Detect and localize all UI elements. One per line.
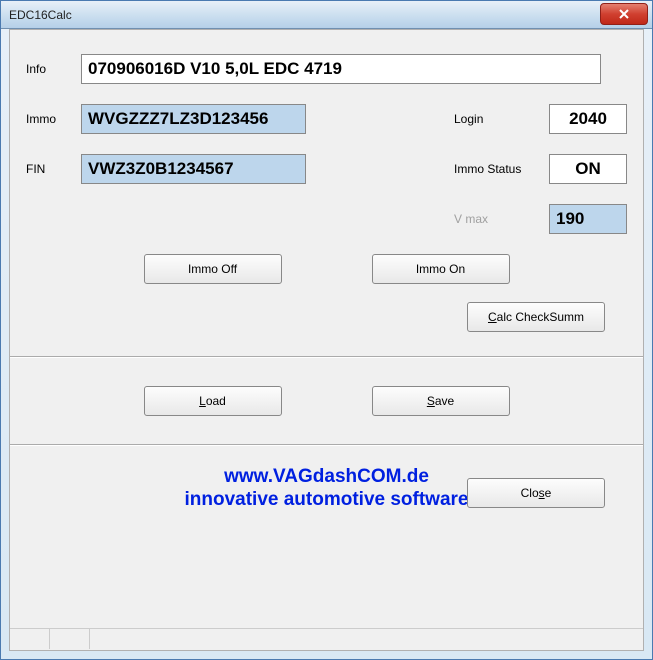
client-area: Info 070906016D V10 5,0L EDC 4719 Immo W… <box>9 29 644 651</box>
window-close-button[interactable] <box>600 3 648 25</box>
bottom-tabstrip <box>10 628 643 650</box>
info-label: Info <box>26 62 81 76</box>
titlebar[interactable]: EDC16Calc <box>1 1 652 29</box>
tab-2[interactable] <box>50 629 90 649</box>
immostatus-field[interactable]: ON <box>549 154 627 184</box>
immo-field[interactable]: WVGZZZ7LZ3D123456 <box>81 104 306 134</box>
info-field[interactable]: 070906016D V10 5,0L EDC 4719 <box>81 54 601 84</box>
panel-file: Load Save <box>10 358 643 446</box>
immo-off-button[interactable]: Immo Off <box>144 254 282 284</box>
app-window: EDC16Calc Info 070906016D V10 5,0L EDC 4… <box>0 0 653 660</box>
tab-1[interactable] <box>10 629 50 649</box>
calc-checksum-button[interactable]: Calc CheckSumm <box>467 302 605 332</box>
fin-field[interactable]: VWZ3Z0B1234567 <box>81 154 306 184</box>
close-icon <box>618 8 630 20</box>
close-button[interactable]: Close <box>467 478 605 508</box>
panel-main: Info 070906016D V10 5,0L EDC 4719 Immo W… <box>10 30 643 358</box>
login-label: Login <box>454 112 549 126</box>
load-button[interactable]: Load <box>144 386 282 416</box>
vmax-label: V max <box>454 212 549 226</box>
login-field[interactable]: 2040 <box>549 104 627 134</box>
vmax-field[interactable]: 190 <box>549 204 627 234</box>
panel-footer: www.VAGdashCOM.de innovative automotive … <box>10 446 643 522</box>
immostatus-label: Immo Status <box>454 162 549 176</box>
immo-label: Immo <box>26 112 81 126</box>
save-button[interactable]: Save <box>372 386 510 416</box>
fin-label: FIN <box>26 162 81 176</box>
immo-on-button[interactable]: Immo On <box>372 254 510 284</box>
window-title: EDC16Calc <box>5 8 72 22</box>
